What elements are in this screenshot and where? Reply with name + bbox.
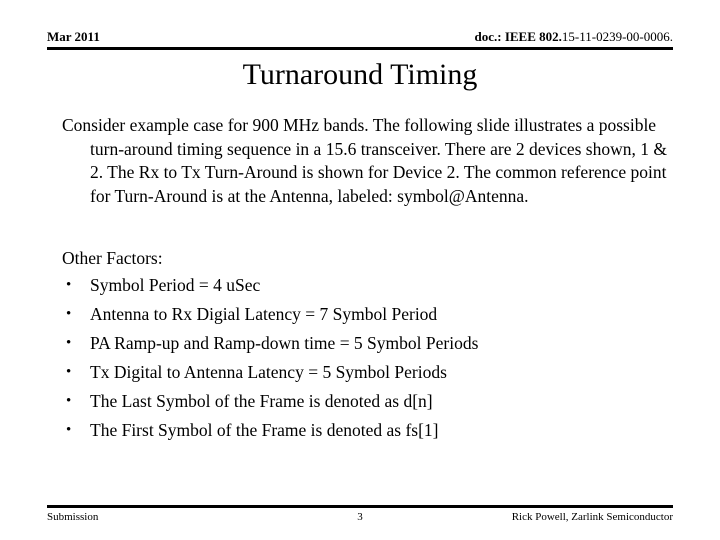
page-title: Turnaround Timing: [242, 58, 478, 91]
list-item-label: PA Ramp-up and Ramp-down time = 5 Symbol…: [90, 332, 479, 353]
list-item: • Antenna to Rx Digial Latency = 7 Symbo…: [62, 300, 674, 329]
intro-paragraph-text: Consider example case for 900 MHz bands.…: [62, 115, 667, 206]
bullet-icon: •: [66, 334, 72, 351]
list-item: • Symbol Period = 4 uSec: [62, 271, 674, 300]
intro-paragraph: Consider example case for 900 MHz bands.…: [62, 114, 674, 208]
header-document-number: doc.: IEEE 802.15-11-0239-00-0006.: [475, 29, 674, 45]
list-item-label: Antenna to Rx Digial Latency = 7 Symbol …: [90, 303, 438, 324]
list-item: • The Last Symbol of the Frame is denote…: [62, 387, 674, 416]
list-item: • PA Ramp-up and Ramp-down time = 5 Symb…: [62, 329, 674, 358]
header-divider-rule: [47, 47, 673, 50]
list-item-label: Symbol Period = 4 uSec: [90, 274, 261, 295]
header-date: Mar 2011: [47, 29, 100, 44]
slide-footer: Submission 3 Rick Powell, Zarlink Semico…: [47, 510, 673, 526]
slide-body: Consider example case for 900 MHz bands.…: [62, 114, 674, 445]
other-factors-heading: Other Factors:: [62, 248, 163, 268]
list-item: • The First Symbol of the Frame is denot…: [62, 416, 674, 445]
bullet-icon: •: [66, 421, 72, 438]
bullet-icon: •: [66, 392, 72, 409]
slide-canvas: Mar 2011 doc.: IEEE 802.15-11-0239-00-00…: [0, 0, 720, 540]
footer-author-label: Rick Powell, Zarlink Semiconductor: [511, 511, 673, 523]
bullet-icon: •: [66, 276, 72, 293]
list-item-label: The Last Symbol of the Frame is denoted …: [90, 390, 433, 411]
header-document-prefix: doc.: IEEE 802.: [474, 29, 562, 44]
bullet-icon: •: [66, 305, 72, 322]
header-document-suffix: 15-11-0239-00-0006.: [561, 29, 673, 44]
list-item: • Tx Digital to Antenna Latency = 5 Symb…: [62, 358, 674, 387]
list-item-label: The First Symbol of the Frame is denoted…: [90, 419, 439, 440]
list-item-label: Tx Digital to Antenna Latency = 5 Symbol…: [90, 361, 447, 382]
bullet-icon: •: [66, 363, 72, 380]
other-factors-list: • Symbol Period = 4 uSec • Antenna to Rx…: [62, 271, 674, 445]
footer-divider-rule: [47, 505, 673, 508]
